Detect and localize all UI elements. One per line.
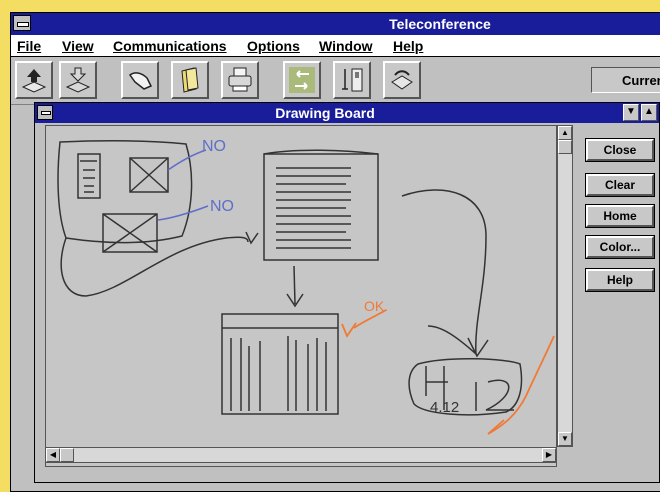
transfer-arrows-icon <box>289 67 315 93</box>
printer-icon <box>228 67 252 92</box>
help-button[interactable]: Help <box>585 268 655 292</box>
vertical-scrollbar[interactable]: ▲ ▼ <box>557 125 573 447</box>
current-status-field: Curren <box>591 67 660 93</box>
window-title: Teleconference <box>389 16 491 32</box>
menu-bar: File View Communications Options Window … <box>11 35 660 57</box>
annotation-no-top: NO <box>202 138 226 155</box>
menu-view[interactable]: View <box>62 38 94 54</box>
hand-button[interactable] <box>121 61 159 99</box>
upload-icon <box>21 69 47 93</box>
menu-window[interactable]: Window <box>319 38 373 54</box>
minimize-icon[interactable]: ▼ <box>623 104 639 121</box>
annotation-no-bottom: NO <box>210 198 234 215</box>
current-status-label: Curren <box>622 73 660 88</box>
vertical-scroll-thumb[interactable] <box>558 140 572 154</box>
phone-button[interactable] <box>383 61 421 99</box>
annotation-ok: OK. <box>364 298 388 314</box>
sketch-layer: NO NO OK. 4.12 <box>57 138 555 435</box>
horizontal-scrollbar[interactable]: ◀ ▶ <box>45 447 557 463</box>
clear-button[interactable]: Clear <box>585 173 655 197</box>
hand-icon <box>128 72 153 90</box>
download-icon <box>65 67 91 93</box>
title-bar[interactable]: Teleconference <box>11 13 660 35</box>
folder-icon <box>181 67 199 93</box>
print-button[interactable] <box>221 61 259 99</box>
drawing-board-title: Drawing Board <box>275 105 375 121</box>
transfer-button[interactable] <box>283 61 321 99</box>
home-button[interactable]: Home <box>585 204 655 228</box>
phone-icon <box>391 70 413 90</box>
drawing-canvas[interactable]: NO NO OK. 4.12 <box>45 125 557 467</box>
file-button[interactable] <box>171 61 209 99</box>
drawing-board-title-bar[interactable]: Drawing Board ▼ ▲ <box>35 103 659 123</box>
menu-help[interactable]: Help <box>393 38 423 54</box>
toolbar: Curren <box>11 57 660 105</box>
download-button[interactable] <box>59 61 97 99</box>
scroll-right-icon[interactable]: ▶ <box>542 448 556 462</box>
menu-file[interactable]: File <box>17 38 41 54</box>
scroll-up-icon[interactable]: ▲ <box>558 126 572 140</box>
scroll-down-icon[interactable]: ▼ <box>558 432 572 446</box>
menu-options[interactable]: Options <box>247 38 300 54</box>
connection-icon <box>342 68 363 92</box>
scroll-left-icon[interactable]: ◀ <box>46 448 60 462</box>
horizontal-scroll-thumb[interactable] <box>60 448 74 462</box>
close-button[interactable]: Close <box>585 138 655 162</box>
upload-button[interactable] <box>15 61 53 99</box>
connection-button[interactable] <box>333 61 371 99</box>
menu-communications[interactable]: Communications <box>113 38 227 54</box>
drawing-board-window: Drawing Board ▼ ▲ NO NO OK. 4.12 ▲ ▼ ◀ ▶… <box>34 102 660 483</box>
box-text: 4.12 <box>430 399 459 416</box>
maximize-icon[interactable]: ▲ <box>641 104 657 121</box>
color-button[interactable]: Color... <box>585 235 655 259</box>
